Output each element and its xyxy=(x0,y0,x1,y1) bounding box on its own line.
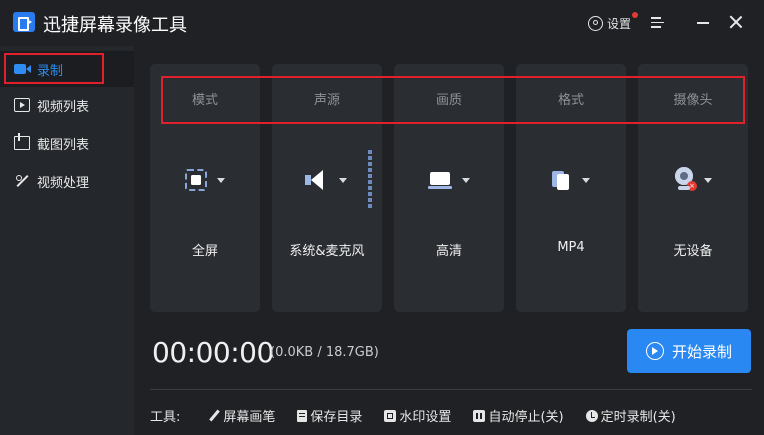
mode-dropdown[interactable] xyxy=(150,166,260,194)
audio-source-card[interactable]: 声源 系统&麦克风 xyxy=(272,64,382,312)
notification-dot-icon xyxy=(632,12,638,18)
sidebar-item-label: 截图列表 xyxy=(37,137,90,153)
format-dropdown[interactable] xyxy=(516,166,626,194)
save-directory-tool[interactable]: 保存目录 xyxy=(297,406,362,425)
sidebar-item-screenshot-list[interactable]: 截图列表 xyxy=(0,125,134,161)
sidebar-item-label: 视频列表 xyxy=(37,99,90,115)
tool-label: 屏幕画笔 xyxy=(223,410,276,425)
screen-pen-tool[interactable]: 屏幕画笔 xyxy=(208,406,275,425)
sidebar-item-label: 录制 xyxy=(37,63,64,79)
pause-icon xyxy=(473,409,486,422)
file-icon xyxy=(552,168,572,192)
start-recording-label: 开始录制 xyxy=(671,342,732,361)
tool-label: 水印设置 xyxy=(399,410,452,425)
watermark-icon xyxy=(384,409,397,422)
sidebar-item-label: 视频处理 xyxy=(37,175,90,191)
quality-card[interactable]: 画质 高清 xyxy=(394,64,504,312)
volume-level-meter xyxy=(368,150,372,210)
quality-dropdown[interactable] xyxy=(394,166,504,194)
tool-label: 定时录制(关) xyxy=(600,410,676,425)
auto-stop-tool[interactable]: 自动停止(关) xyxy=(473,406,564,425)
close-icon[interactable] xyxy=(729,15,743,29)
camera-icon: × xyxy=(674,167,697,193)
settings-icon xyxy=(588,15,603,31)
tool-label: 自动停止(关) xyxy=(488,410,564,425)
video-process-icon xyxy=(14,174,30,188)
card-value: 高清 xyxy=(435,244,462,259)
screen-icon xyxy=(428,170,452,190)
mode-card[interactable]: 模式 全屏 xyxy=(150,64,260,312)
tool-label: 保存目录 xyxy=(310,410,363,425)
play-circle-icon xyxy=(645,342,664,360)
speaker-icon xyxy=(305,169,329,191)
record-icon xyxy=(14,64,31,74)
card-value: 无设备 xyxy=(673,244,713,259)
sidebar-item-video-list[interactable]: 视频列表 xyxy=(0,87,134,123)
tools-bar: 工具: 屏幕画笔 保存目录 水印设置 自动停止(关) 定时录制(关) xyxy=(150,406,698,425)
caret-down-icon xyxy=(462,177,470,183)
caret-down-icon xyxy=(582,177,590,183)
app-title: 迅捷屏幕录像工具 xyxy=(43,15,187,36)
card-value: 系统&麦克风 xyxy=(289,244,365,259)
caret-down-icon xyxy=(704,177,712,183)
minimize-icon[interactable] xyxy=(697,22,709,24)
pen-icon xyxy=(208,410,220,422)
scheduled-record-tool[interactable]: 定时录制(关) xyxy=(585,406,676,425)
sidebar-item-record[interactable]: 录制 xyxy=(0,51,134,87)
screenshot-list-icon xyxy=(14,133,30,150)
card-header: 声源 xyxy=(313,93,340,108)
title-bar: 迅捷屏幕录像工具 设置 xyxy=(0,0,764,46)
error-x-icon: × xyxy=(687,181,697,191)
video-list-icon xyxy=(14,98,30,112)
menu-icon[interactable] xyxy=(651,17,664,28)
card-value: MP4 xyxy=(557,240,585,255)
sidebar: 录制 视频列表 截图列表 视频处理 xyxy=(0,46,134,435)
format-card[interactable]: 格式 MP4 xyxy=(516,64,626,312)
audio-dropdown[interactable] xyxy=(272,166,382,194)
app-logo-icon xyxy=(13,12,35,32)
card-header: 摄像头 xyxy=(673,93,713,108)
settings-button[interactable]: 设置 xyxy=(588,13,631,33)
sidebar-item-video-process[interactable]: 视频处理 xyxy=(0,163,134,199)
camera-card[interactable]: 摄像头 × 无设备 xyxy=(638,64,748,312)
tools-label: 工具: xyxy=(150,410,181,425)
card-header: 模式 xyxy=(191,93,218,108)
caret-down-icon xyxy=(339,177,347,183)
camera-dropdown[interactable]: × xyxy=(638,166,748,194)
settings-label: 设置 xyxy=(607,16,632,31)
clock-icon xyxy=(585,409,598,422)
folder-doc-icon xyxy=(297,409,308,422)
divider xyxy=(150,389,752,390)
start-recording-button[interactable]: 开始录制 xyxy=(627,329,751,373)
recording-timer: 00:00:00 xyxy=(152,336,274,369)
card-header: 画质 xyxy=(435,93,462,108)
caret-down-icon xyxy=(217,177,225,183)
card-header: 格式 xyxy=(557,93,584,108)
card-value: 全屏 xyxy=(191,244,218,259)
watermark-tool[interactable]: 水印设置 xyxy=(384,406,451,425)
storage-info: (0.0KB / 18.7GB) xyxy=(270,345,379,360)
fullscreen-icon xyxy=(185,169,207,191)
